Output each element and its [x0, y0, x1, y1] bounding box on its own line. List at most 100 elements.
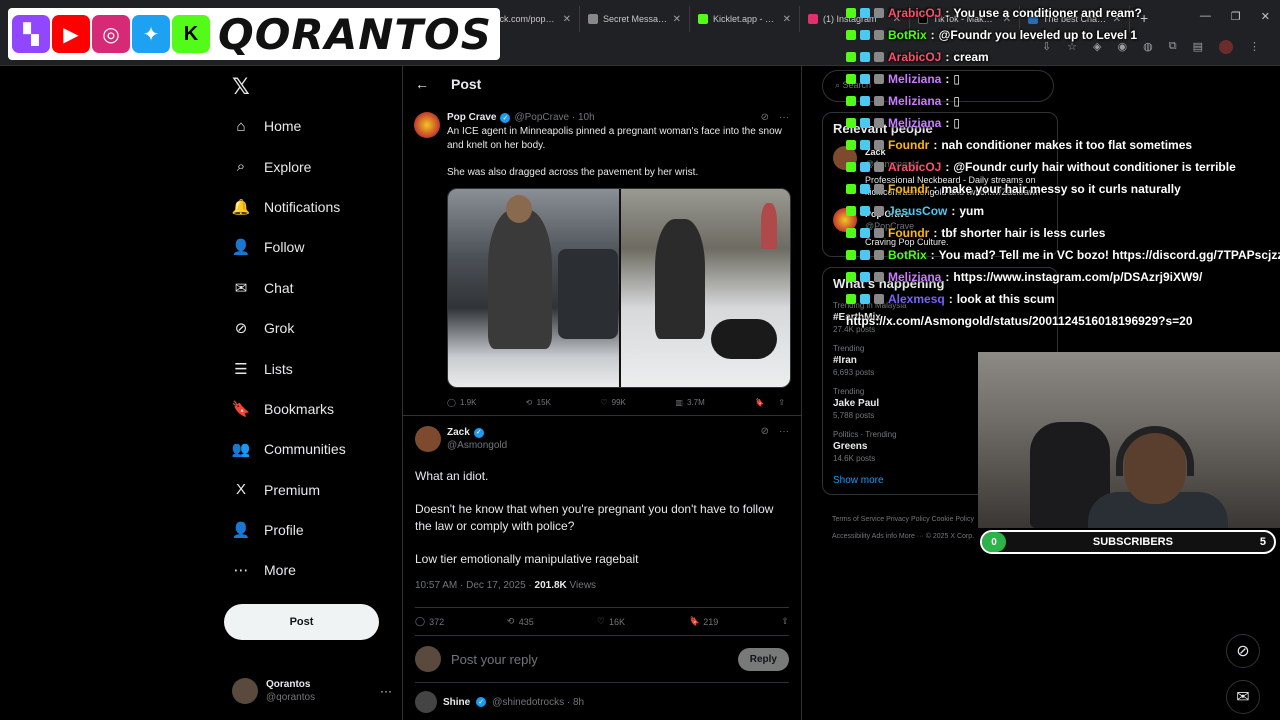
close-tab-icon[interactable]: ✕	[783, 14, 791, 25]
media-image[interactable]	[448, 189, 619, 387]
nav-item-lists[interactable]: ☰ Lists	[222, 348, 346, 388]
account-name: Qorantos	[266, 679, 311, 690]
nav-item-follow[interactable]: 👤 Follow	[222, 227, 346, 267]
views-action[interactable]: ▥ 3.7M	[675, 398, 704, 407]
original-tweet[interactable]: ⊘ ··· Pop Crave ✓ @PopCrave · 10h An ICE…	[403, 102, 801, 407]
share-action[interactable]: ⇪	[781, 616, 789, 627]
chat-badge-icon	[874, 250, 884, 260]
tab-favicon-icon	[588, 14, 598, 24]
browser-tab[interactable]: Secret Message ✕	[580, 6, 690, 32]
tweet-media[interactable]	[447, 188, 791, 388]
nav-label: Follow	[264, 239, 305, 256]
kick-icon: K	[172, 15, 210, 53]
x-premium-icon: X	[235, 481, 246, 499]
tab-favicon-icon	[808, 14, 818, 24]
chat-badge-icon	[846, 162, 856, 172]
share-icon: ⇪	[781, 616, 789, 626]
post-button[interactable]: Post	[224, 604, 379, 640]
nav-item-notifications[interactable]: 🔔 Notifications	[222, 187, 346, 227]
main-column: ← Post ⊘ ··· Pop Crave ✓ @PopCrave · 10h…	[402, 66, 802, 720]
x-logo-icon[interactable]: 𝕏	[232, 74, 250, 100]
nav-item-bookmarks[interactable]: 🔖 Bookmarks	[222, 389, 346, 429]
twitter-icon: ✦	[132, 15, 170, 53]
nav-item-explore[interactable]: ⌕ Explore	[222, 146, 346, 186]
views-label: Views	[566, 580, 597, 591]
nav-label: Explore	[264, 158, 312, 175]
bookmark-icon: 🔖	[231, 400, 251, 418]
messages-fab-icon[interactable]: ✉	[1226, 680, 1260, 714]
chat-badge-icon	[846, 118, 856, 128]
chat-message: Meliziana: ▯	[846, 68, 1280, 90]
reply-author: Zack ✓ @Asmongold	[447, 426, 789, 452]
author-handle[interactable]: @PopCrave · 10h	[514, 112, 594, 123]
nav-item-communities[interactable]: 👥 Communities	[222, 429, 346, 469]
verified-badge-icon: ✓	[500, 112, 511, 123]
avatar[interactable]	[415, 426, 441, 452]
reply-action-bar: ◯ 372 ⟲ 435 ♡ 16K 🔖 219 ⇪	[415, 607, 789, 636]
bookmark-action[interactable]: 🔖 ⇪	[754, 398, 785, 407]
chat-separator: :	[933, 182, 938, 196]
grok-icon[interactable]: ⊘	[761, 426, 769, 437]
chat-username: Foundr	[888, 182, 930, 196]
chat-text: tbf shorter hair is less curles	[941, 226, 1106, 240]
repost-action[interactable]: ⟲ 15K	[526, 398, 551, 407]
repost-count: 435	[518, 616, 534, 627]
nav-label: Notifications	[264, 198, 341, 215]
nav-item-premium[interactable]: X Premium	[222, 470, 346, 510]
author-name[interactable]: Zack	[447, 426, 470, 439]
browser-tab[interactable]: Kicklet.app - Kick ✕	[690, 6, 800, 32]
tweet-text: An ICE agent in Minneapolis pinned a pre…	[447, 126, 782, 151]
media-image[interactable]	[619, 189, 790, 387]
repost-action[interactable]: ⟲ 435	[507, 616, 534, 627]
nav-item-more[interactable]: ⋯ More	[222, 550, 346, 590]
chat-badge-icon	[860, 140, 870, 150]
more-dots-icon[interactable]: ···	[779, 426, 789, 437]
grok-icon[interactable]: ⊘	[761, 112, 769, 123]
author-handle[interactable]: @shinedotrocks · 8h	[492, 697, 584, 708]
account-names: Qorantos @qorantos	[266, 678, 315, 704]
reply-button[interactable]: Reply	[737, 647, 789, 671]
chat-text: make your hair messy so it curls natural…	[941, 182, 1181, 196]
close-tab-icon[interactable]: ✕	[673, 14, 681, 25]
chat-message: BotRix: You mad? Tell me in VC bozo! http…	[846, 244, 1280, 266]
share-icon[interactable]: ⇪	[778, 398, 785, 407]
nav-item-profile[interactable]: 👤 Profile	[222, 510, 346, 550]
subscriber-progress: 0	[982, 532, 1006, 552]
chat-text: nah conditioner makes it too flat someti…	[941, 138, 1193, 152]
author-handle[interactable]: @Asmongold	[447, 439, 789, 452]
tweet-actions-top: ⊘ ···	[761, 112, 789, 123]
chat-separator: :	[945, 116, 950, 130]
grok-fab-icon[interactable]: ⊘	[1226, 634, 1260, 668]
more-dots-icon[interactable]: ···	[380, 684, 392, 698]
chat-username: Meliziana	[888, 94, 942, 108]
reply-action[interactable]: ◯ 372	[415, 616, 444, 627]
bookmark-action[interactable]: 🔖 219	[688, 616, 718, 627]
chat-text: cream	[953, 50, 989, 64]
next-reply[interactable]: Shine ✓ @shinedotrocks · 8h	[415, 682, 789, 720]
nav-item-chat[interactable]: ✉ Chat	[222, 268, 346, 308]
chat-badge-icon	[846, 30, 856, 40]
like-action[interactable]: ♡ 16K	[597, 616, 625, 627]
focused-reply[interactable]: ⊘ ··· Zack ✓ @Asmongold What an idiot. D…	[403, 415, 801, 720]
like-count: 16K	[608, 616, 625, 627]
nav-item-grok[interactable]: ⊘ Grok	[222, 308, 346, 348]
reply-input[interactable]: Post your reply	[451, 652, 728, 667]
chat-username: ArabicOJ	[888, 50, 942, 64]
author-name[interactable]: Pop Crave	[447, 112, 496, 123]
chat-badge-icon	[874, 30, 884, 40]
reply-timestamp[interactable]: 10:57 AM · Dec 17, 2025 ·	[415, 580, 535, 591]
author-name[interactable]: Shine	[443, 697, 470, 708]
more-dots-icon[interactable]: ···	[779, 112, 789, 123]
bar-chart-icon: ▥	[675, 398, 683, 407]
nav-label: More	[264, 562, 296, 579]
author-line: Zack ✓	[447, 426, 789, 439]
account-switcher[interactable]: Qorantos @qorantos ···	[232, 678, 392, 704]
avatar[interactable]	[414, 112, 440, 138]
close-tab-icon[interactable]: ✕	[563, 14, 571, 25]
back-arrow-icon[interactable]: ←	[415, 76, 429, 92]
reply-action[interactable]: ◯ 1.9K	[447, 398, 476, 407]
more-circle-icon: ⋯	[233, 562, 249, 580]
like-action[interactable]: ♡ 99K	[600, 398, 625, 407]
nav-item-home[interactable]: ⌂ Home	[222, 106, 346, 146]
search-icon: ⌕	[835, 80, 843, 90]
